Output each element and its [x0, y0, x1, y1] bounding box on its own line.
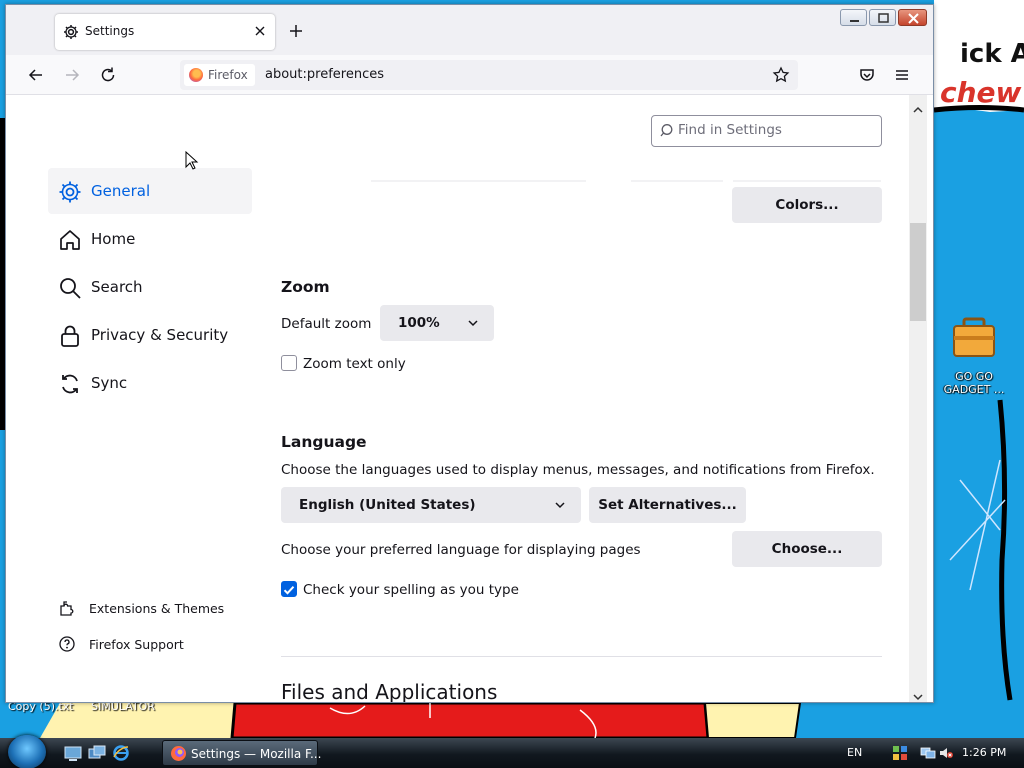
window-controls	[840, 9, 927, 26]
start-button[interactable]	[8, 735, 46, 768]
preferences-page: General Home Search Privacy & Security S…	[6, 95, 933, 702]
default-zoom-value: 100%	[398, 315, 440, 331]
taskbar: Settings — Mozilla F... EN 1:26 PM	[0, 735, 1024, 768]
firefox-logo-icon	[189, 68, 203, 82]
bookmark-star-icon[interactable]	[772, 66, 790, 84]
wallpaper-scribble-text: ick A	[960, 39, 1024, 69]
back-button[interactable]	[26, 65, 46, 85]
zoom-text-only-label[interactable]: Zoom text only	[303, 356, 406, 372]
section-divider	[281, 656, 882, 657]
zoom-heading: Zoom	[281, 278, 330, 296]
tab-settings[interactable]: Settings	[55, 14, 275, 50]
network-icon[interactable]	[920, 745, 936, 761]
close-tab-icon[interactable]	[251, 22, 269, 40]
sidebar-item-home[interactable]: Home	[48, 216, 252, 262]
page-language-label: Choose your preferred language for displ…	[281, 542, 641, 558]
tab-strip: Settings	[6, 5, 933, 55]
colors-button[interactable]: Colors...	[732, 187, 882, 223]
scroll-down-icon[interactable]	[912, 687, 924, 701]
identity-box[interactable]: Firefox	[184, 64, 255, 86]
forward-button[interactable]	[62, 65, 82, 85]
language-selected-value: English (United States)	[299, 497, 476, 513]
sidebar-item-search[interactable]: Search	[48, 264, 252, 310]
find-in-settings[interactable]	[651, 115, 882, 147]
lock-icon	[58, 324, 82, 348]
home-icon	[58, 228, 82, 252]
clock[interactable]: 1:26 PM	[962, 746, 1006, 759]
address-bar[interactable]: Firefox about:preferences	[180, 60, 798, 90]
sidebar-item-label: Home	[91, 230, 136, 248]
footer-link-label: Extensions & Themes	[89, 601, 225, 616]
search-icon	[58, 276, 82, 300]
minimize-button[interactable]	[840, 9, 867, 26]
switch-windows-icon[interactable]	[88, 744, 106, 762]
files-applications-heading: Files and Applications	[281, 680, 498, 702]
gear-icon	[58, 180, 82, 204]
search-icon	[660, 123, 676, 139]
briefcase-icon	[952, 316, 996, 360]
internet-explorer-icon[interactable]	[112, 744, 130, 762]
page-scrollbar[interactable]	[909, 95, 927, 702]
language-select[interactable]: English (United States)	[281, 487, 581, 523]
puzzle-icon	[58, 599, 76, 617]
sidebar-item-sync[interactable]: Sync	[48, 360, 252, 406]
scroll-up-icon[interactable]	[912, 100, 924, 113]
sidebar-item-label: Search	[91, 278, 143, 296]
chevron-down-icon	[466, 317, 480, 329]
spell-check-checkbox[interactable]	[281, 581, 297, 597]
maximize-button[interactable]	[869, 9, 896, 26]
firefox-logo-icon	[171, 746, 186, 761]
language-indicator[interactable]: EN	[847, 746, 862, 759]
sync-icon	[58, 372, 82, 396]
reload-button[interactable]	[98, 65, 118, 85]
close-window-button[interactable]	[898, 9, 927, 26]
taskbar-button-label: Settings — Mozilla F...	[191, 747, 322, 761]
sidebar-item-label: General	[91, 182, 151, 200]
find-in-settings-input[interactable]	[678, 122, 873, 138]
desktop-shortcut-label: GO GO GADGET ...	[943, 370, 1005, 396]
tab-title: Settings	[85, 24, 135, 38]
help-icon	[58, 635, 76, 653]
navigation-toolbar: Firefox about:preferences	[6, 55, 933, 95]
scrolled-content-edge	[733, 180, 881, 182]
chevron-down-icon	[553, 499, 567, 511]
identity-label: Firefox	[208, 68, 248, 82]
sidebar-item-privacy[interactable]: Privacy & Security	[48, 312, 252, 358]
scrolled-content-edge	[371, 180, 586, 182]
sidebar-item-label: Sync	[91, 374, 128, 392]
scrollbar-thumb[interactable]	[910, 223, 926, 321]
sidebar-item-general[interactable]: General	[48, 168, 252, 214]
volume-muted-icon[interactable]	[938, 745, 954, 761]
show-desktop-icon[interactable]	[64, 744, 82, 762]
tray-app-icon[interactable]	[892, 745, 908, 761]
new-tab-button[interactable]	[286, 21, 306, 41]
mouse-cursor-icon	[185, 151, 199, 170]
sidebar-item-label: Privacy & Security	[91, 326, 229, 344]
scrolled-content-edge	[631, 180, 723, 182]
desktop-shortcut[interactable]: GO GO GADGET ...	[940, 316, 1008, 396]
set-alternatives-button[interactable]: Set Alternatives...	[589, 487, 746, 523]
pocket-icon[interactable]	[857, 65, 877, 85]
choose-language-button[interactable]: Choose...	[732, 531, 882, 567]
url-text[interactable]: about:preferences	[265, 67, 384, 82]
default-zoom-select[interactable]: 100%	[380, 305, 494, 341]
zoom-text-only-checkbox[interactable]	[281, 355, 297, 371]
language-description: Choose the languages used to display men…	[281, 462, 875, 478]
language-heading: Language	[281, 433, 367, 451]
spell-check-label[interactable]: Check your spelling as you type	[303, 582, 519, 598]
gear-icon	[63, 24, 79, 44]
default-zoom-label: Default zoom	[281, 316, 372, 332]
taskbar-firefox-button[interactable]: Settings — Mozilla F...	[162, 740, 322, 766]
wallpaper-scribble-text-2: chew	[940, 76, 1022, 109]
browser-window: Settings Firefox about:preferences Gener…	[5, 4, 934, 703]
category-sidebar: General Home Search Privacy & Security S…	[6, 95, 266, 702]
footer-link-label: Firefox Support	[89, 637, 184, 652]
menu-icon[interactable]	[892, 65, 912, 85]
checkmark-icon	[283, 586, 295, 595]
